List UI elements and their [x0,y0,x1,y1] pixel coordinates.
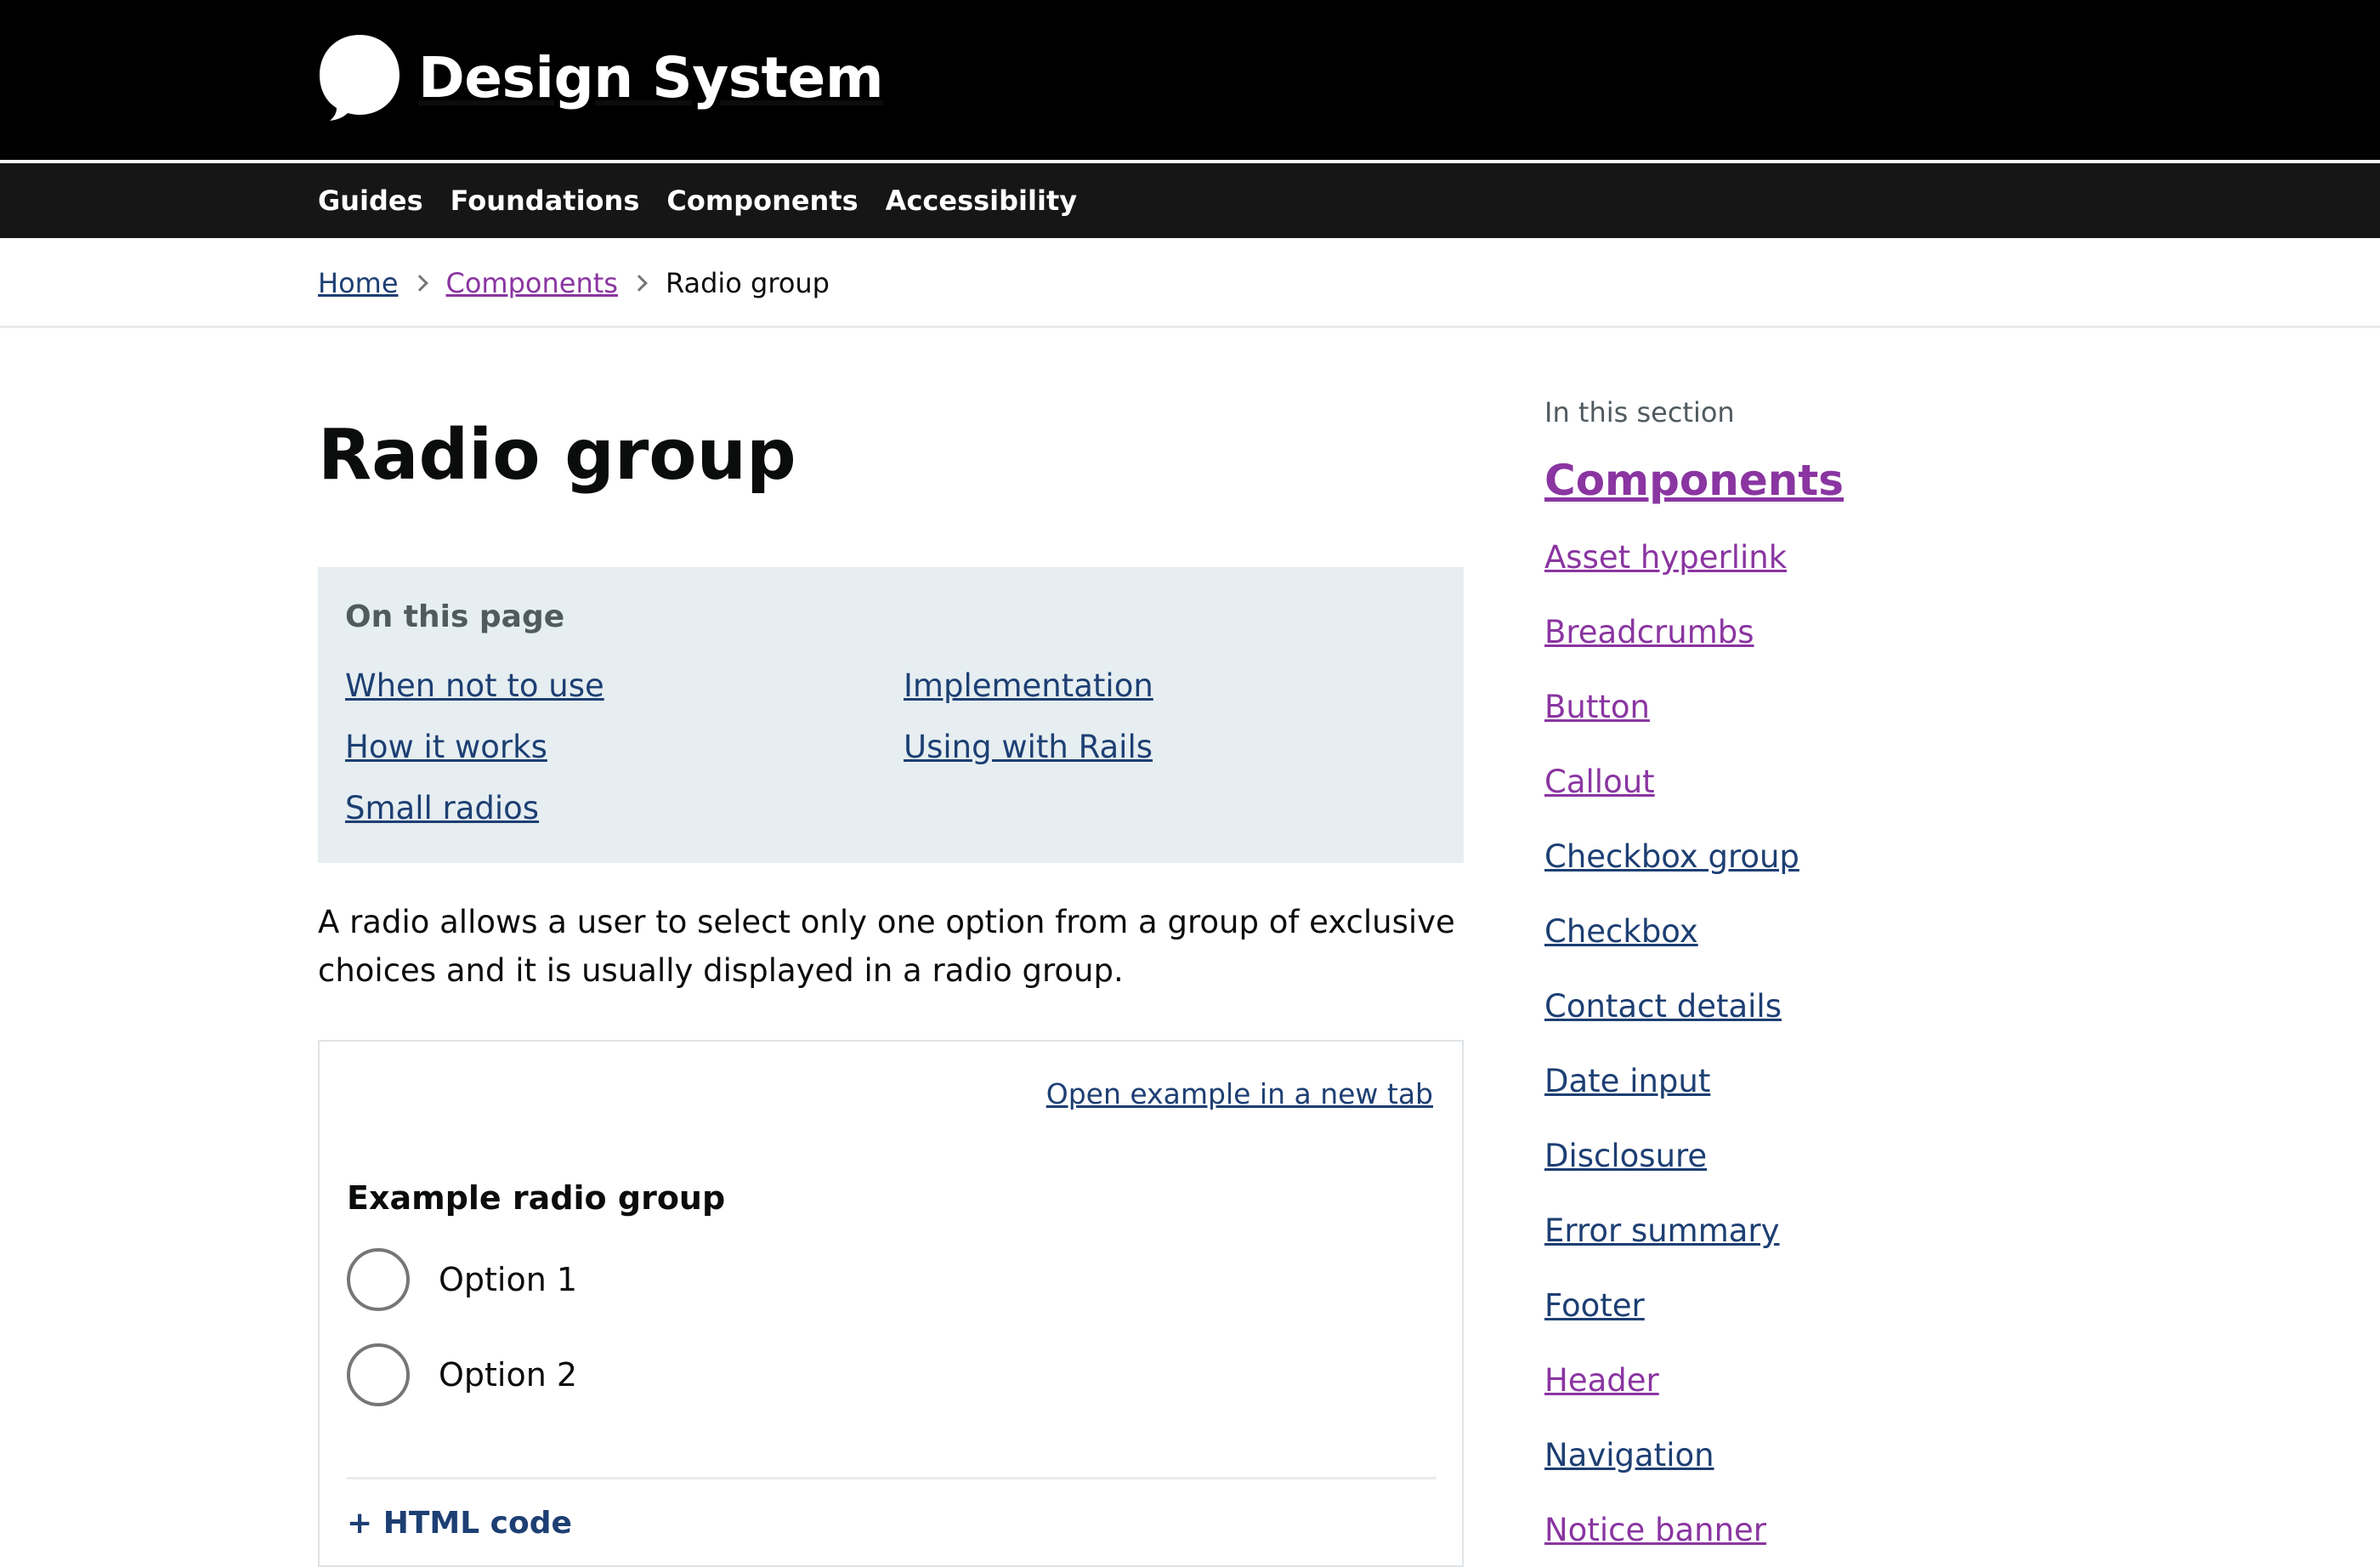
sidebar-item-button[interactable]: Button [1544,689,1650,725]
sidebar-item-breadcrumbs[interactable]: Breadcrumbs [1544,614,1754,650]
main-navigation: Guides Foundations Components Accessibil… [0,163,2380,238]
chevron-right-icon [411,275,428,292]
nav-item-guides[interactable]: Guides [318,185,423,217]
sidebar-item-footer[interactable]: Footer [1544,1287,1645,1324]
divider [347,1477,1436,1479]
chevron-right-icon [631,275,648,292]
toc-heading: On this page [345,599,565,634]
sidebar-item-date-input[interactable]: Date input [1544,1063,1710,1099]
radio-label[interactable]: Option 1 [439,1261,577,1298]
intro-paragraph: A radio allows a user to select only one… [318,904,1455,989]
radio-option-1[interactable]: Option 1 [347,1246,577,1314]
nav-item-components[interactable]: Components [666,185,858,217]
speech-bubble-logo-icon [320,35,400,121]
toc-link-small-radios[interactable]: Small radios [345,790,539,826]
brand-name: Design System [418,44,884,111]
on-this-page-box: On this page When not to use How it work… [318,567,1464,863]
toc-link-how-it-works[interactable]: How it works [345,729,547,765]
toc-link-using-with-rails[interactable]: Using with Rails [904,729,1153,765]
sidebar-item-asset-hyperlink[interactable]: Asset hyperlink [1544,539,1787,576]
radio-label[interactable]: Option 2 [439,1356,577,1394]
breadcrumb-bar: Home Components Radio group [0,238,2380,328]
sidebar-item-header[interactable]: Header [1544,1362,1659,1399]
radio-option-2[interactable]: Option 2 [347,1341,577,1409]
sidebar-item-disclosure[interactable]: Disclosure [1544,1138,1707,1174]
radio-group-legend: Example radio group [347,1179,726,1217]
radio-button[interactable] [347,1248,410,1311]
site-header: Design System [0,0,2380,162]
html-code-toggle[interactable]: + HTML code [347,1506,572,1541]
breadcrumb-home-link[interactable]: Home [318,267,399,299]
brand-home-link[interactable]: Design System [318,32,884,122]
breadcrumb-current: Radio group [665,267,830,299]
example-frame: Open example in a new tab Example radio … [318,1040,1464,1567]
sidebar-item-checkbox-group[interactable]: Checkbox group [1544,838,1799,875]
radio-button[interactable] [347,1343,410,1406]
nav-item-foundations[interactable]: Foundations [450,185,640,217]
sidebar-item-callout[interactable]: Callout [1544,764,1655,800]
sidebar-item-checkbox[interactable]: Checkbox [1544,913,1698,950]
breadcrumb-components-link[interactable]: Components [446,267,618,299]
sidebar-item-navigation[interactable]: Navigation [1544,1437,1714,1473]
sidebar-heading-components[interactable]: Components [1544,456,1844,505]
sidebar-item-contact-details[interactable]: Contact details [1544,988,1782,1025]
breadcrumb: Home Components Radio group [318,238,830,328]
sidebar-caption: In this section [1544,396,1735,429]
page-title: Radio group [318,415,796,496]
toc-link-when-not-to-use[interactable]: When not to use [345,667,604,704]
open-example-link[interactable]: Open example in a new tab [1046,1077,1433,1110]
toc-link-implementation[interactable]: Implementation [904,667,1153,704]
sidebar-item-error-summary[interactable]: Error summary [1544,1212,1780,1249]
nav-item-accessibility[interactable]: Accessibility [886,185,1077,217]
